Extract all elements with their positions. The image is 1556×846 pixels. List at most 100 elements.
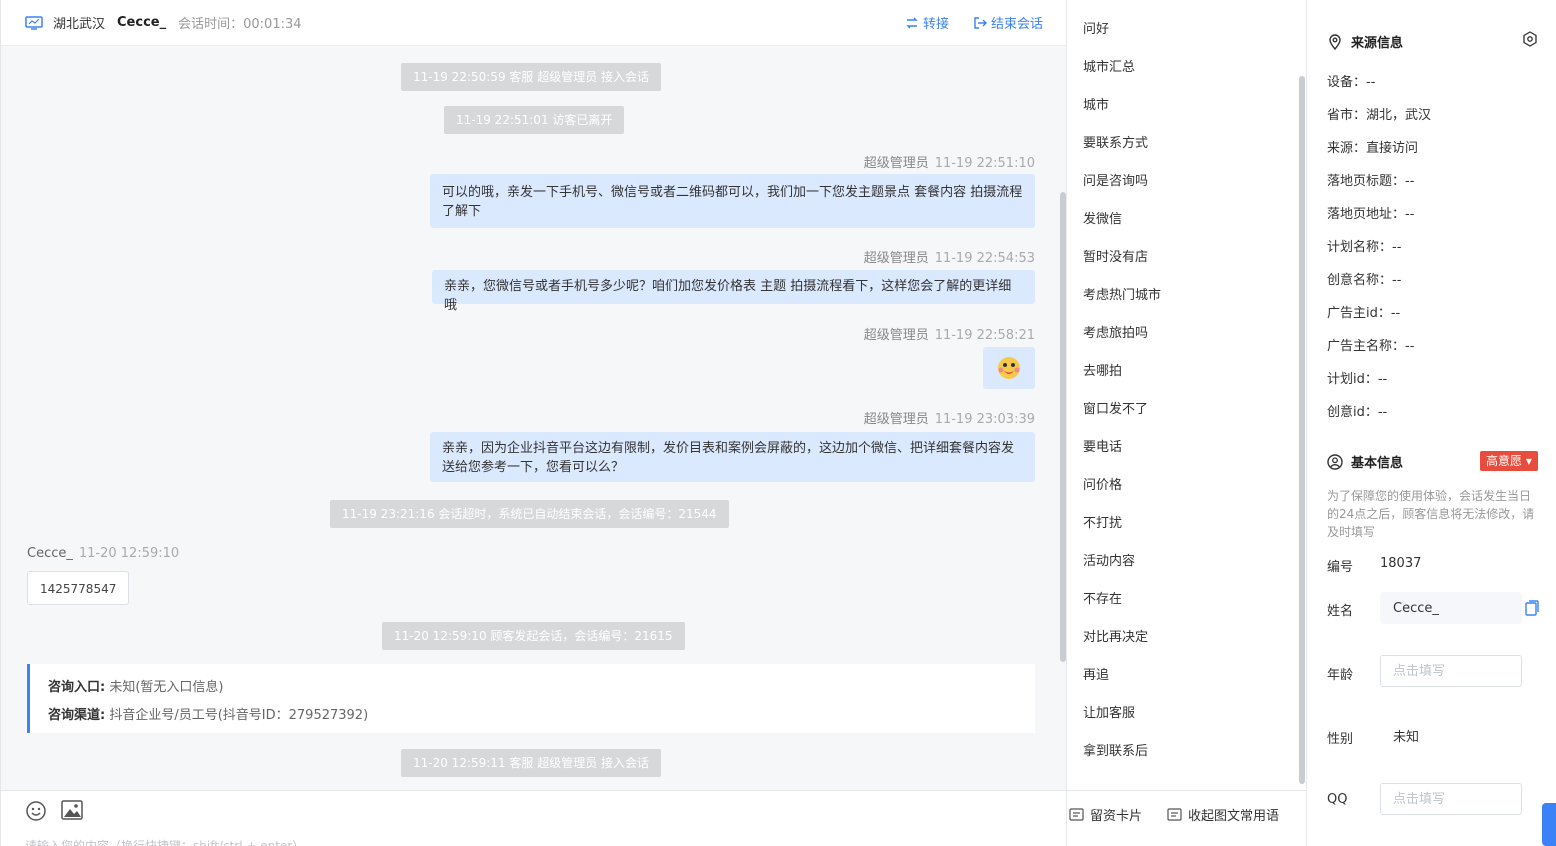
quick-phrase-item[interactable]: 城市汇总 [1083,56,1135,75]
quick-phrase-item[interactable]: 考虑旅拍吗 [1083,322,1148,341]
intent-level-dropdown[interactable]: 高意愿 ▾ [1480,451,1538,471]
message-meta: 超级管理员 11-19 22:51:10 [864,152,1035,171]
quick-phrase-item[interactable]: 考虑热门城市 [1083,284,1161,303]
side-float-tab[interactable] [1542,803,1556,846]
quick-phrase-item[interactable]: 去哪拍 [1083,360,1122,379]
source-advertiser-id: 广告主id：-- [1327,306,1401,321]
age-label: 年龄 [1327,668,1354,683]
quick-phrase-item[interactable]: 窗口发不了 [1083,398,1148,417]
collapse-icon [1167,808,1182,821]
consult-entry-row: 咨询入口: 未知(暂无入口信息) [48,674,1017,702]
channel-value: 抖音企业号/员工号(抖音号ID：279527392) [109,708,369,723]
phrases-scrollbar[interactable] [1299,76,1305,784]
visitor-region: 湖北武汉 [53,17,106,32]
quick-phrase-item[interactable]: 不打扰 [1083,512,1122,531]
caret-down-icon: ▾ [1522,454,1532,468]
chat-panel: 湖北武汉 Cecce_ 会话时间：00:01:34 转接 结束会话 11-19 … [0,0,1067,846]
agent-sticker-bubble [983,347,1035,389]
quick-phrase-item[interactable]: 要联系方式 [1083,132,1148,151]
qq-label: QQ [1327,792,1348,807]
transfer-icon [906,17,918,28]
quick-phrase-item[interactable]: 活动内容 [1083,550,1135,569]
emoji-icon[interactable] [25,800,47,822]
edit-notice: 为了保障您的使用体验，会话发生当日的24点之后，顾客信息将无法修改，请及时填写 [1327,489,1535,539]
message-meta: Cecce_ 11-20 12:59:10 [27,546,179,561]
agent-message-bubble: 亲亲，因为企业抖音平台这边有限制，发价目表和案例会屏蔽的，这边加个微信、把详细套… [430,432,1035,482]
settings-icon[interactable] [1522,31,1538,47]
message-meta: 超级管理员 11-19 22:54:53 [864,247,1035,266]
quick-phrase-item[interactable]: 再追 [1083,664,1109,683]
agent-message-bubble: 亲亲，您微信号或者手机号多少呢？咱们加您发价格表 主题 拍摄流程看下，这样您会了… [432,270,1035,313]
lead-card-label: 留资卡片 [1090,809,1143,824]
message-input[interactable]: 请输入您的内容（换行快捷键：shift/ctrl + enter） [25,837,304,846]
message-time: 11-19 23:03:39 [934,412,1035,427]
message-time: 11-19 22:54:53 [934,251,1035,266]
end-session-button[interactable]: 结束会话 [973,13,1043,32]
monitor-icon [25,15,43,30]
user-circle-icon [1327,453,1343,470]
source-creative-name: 创意名称：-- [1327,273,1402,288]
message-time: 11-19 22:58:21 [934,328,1035,343]
quick-phrase-item[interactable]: 要电话 [1083,436,1122,455]
quick-phrase-item[interactable]: 拿到联系后 [1083,740,1148,759]
transfer-button[interactable]: 转接 [905,13,949,32]
quick-phrase-item[interactable]: 问价格 [1083,474,1122,493]
name-label: 姓名 [1327,604,1354,619]
lead-card-button[interactable]: 留资卡片 [1069,805,1142,824]
quick-phrase-item[interactable]: 城市 [1083,94,1109,113]
gender-select[interactable] [1380,719,1522,751]
customer-id-label: 编号 [1327,560,1354,575]
image-icon[interactable] [61,800,83,820]
source-landing-url: 落地页地址：-- [1327,207,1415,222]
message-time: 11-19 22:51:10 [934,156,1035,171]
visitor-message-bubble: 1425778547 [27,571,130,605]
collapse-phrases-button[interactable]: 收起图文常用语 [1167,805,1279,824]
source-creative-id: 创意id：-- [1327,405,1388,420]
system-message: 11-19 22:51:01 访客已离开 [444,106,625,134]
name-input[interactable] [1380,592,1522,624]
location-pin-icon [1329,33,1341,50]
entry-label: 咨询入口: [48,680,106,695]
system-message: 11-20 12:59:10 顾客发起会话，会话编号：21615 [382,622,685,650]
duration-value: 00:01:34 [243,17,302,32]
sender-name: 超级管理员 [863,412,929,427]
entry-value: 未知(暂无入口信息) [109,680,224,695]
header-actions: 转接 结束会话 [905,13,1043,32]
quick-phrase-item[interactable]: 发微信 [1083,208,1122,227]
end-session-label: 结束会话 [990,17,1043,32]
chat-input-area: 请输入您的内容（换行快捷键：shift/ctrl + enter） [1,790,1067,846]
channel-label: 咨询渠道: [48,708,106,723]
source-info-title: 来源信息 [1351,36,1404,51]
copy-icon[interactable] [1525,600,1539,616]
qq-input[interactable] [1380,783,1522,815]
transfer-label: 转接 [922,17,949,32]
quick-phrase-item[interactable]: 问是咨询吗 [1083,170,1148,189]
source-plan-name: 计划名称：-- [1327,240,1402,255]
sender-name: 超级管理员 [863,251,929,266]
session-duration: 会话时间：00:01:34 [178,13,301,32]
quick-phrase-item[interactable]: 不存在 [1083,588,1122,607]
quick-phrase-item[interactable]: 对比再决定 [1083,626,1148,645]
system-message: 11-20 12:59:11 客服 超级管理员 接入会话 [401,749,662,777]
source-plan-id: 计划id：-- [1327,372,1388,387]
source-advertiser-name: 广告主名称：-- [1327,339,1415,354]
message-meta: 超级管理员 11-19 23:03:39 [864,408,1035,427]
duration-label: 会话时间： [178,17,244,32]
quick-phrase-item[interactable]: 让加客服 [1083,702,1135,721]
quick-phrase-item[interactable]: 问好 [1083,18,1109,37]
age-input[interactable] [1380,655,1522,687]
quick-phrase-item[interactable]: 暂时没有店 [1083,246,1148,265]
source-info-heading: 来源信息 [1327,32,1403,51]
sender-name: 超级管理员 [863,328,929,343]
agent-message-bubble: 可以的哦，亲发一下手机号、微信号或者二维码都可以，我们加一下您发主题景点 套餐内… [430,174,1035,228]
visitor-name: Cecce_ [117,15,167,30]
phrases-footer: 留资卡片 收起图文常用语 [1067,790,1307,846]
quick-phrases-panel: 问好 城市汇总 城市 要联系方式 问是咨询吗 发微信 暂时没有店 考虑热门城市 … [1066,0,1307,846]
message-list[interactable]: 11-19 22:50:59 客服 超级管理员 接入会话 11-19 22:51… [1,46,1067,790]
message-meta: 超级管理员 11-19 22:58:21 [864,324,1035,343]
consult-channel-row: 咨询渠道: 抖音企业号/员工号(抖音号ID：279527392) [48,702,1017,730]
system-message: 11-19 22:50:59 客服 超级管理员 接入会话 [401,63,662,91]
source-landing-title: 落地页标题：-- [1327,174,1415,189]
source-origin: 来源：直接访问 [1327,141,1419,156]
exit-icon [974,16,987,29]
